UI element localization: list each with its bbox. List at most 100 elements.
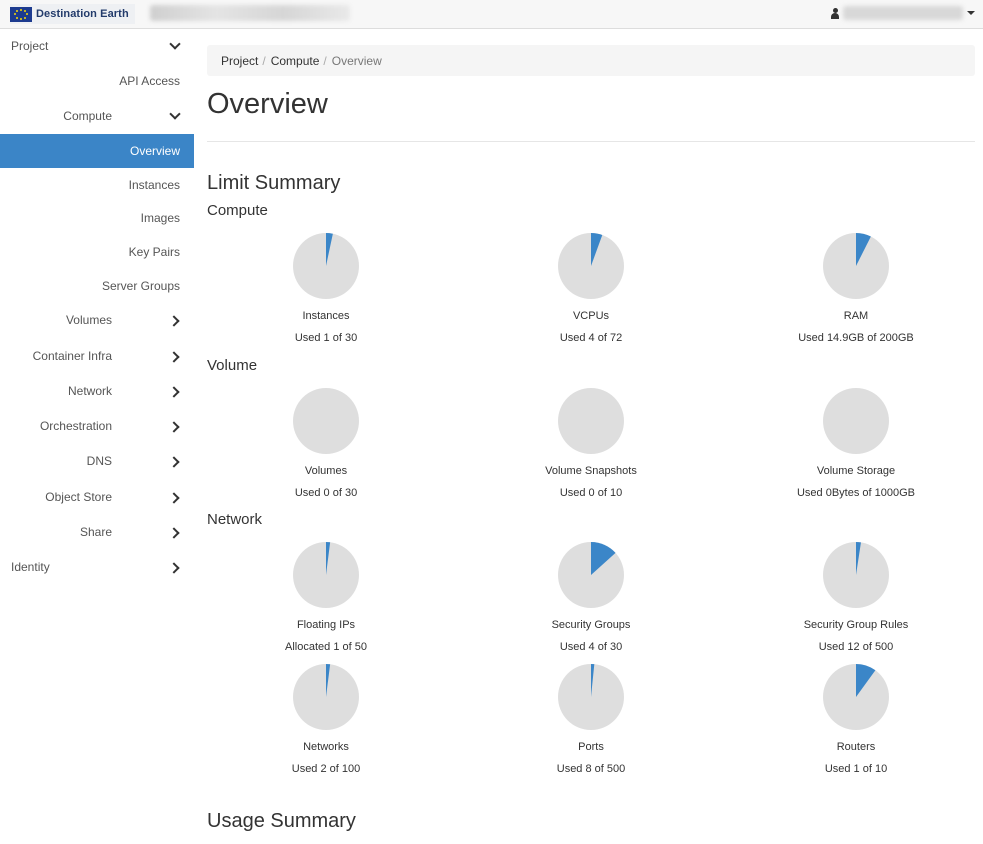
sidebar-item-dns[interactable]: DNS	[0, 444, 194, 478]
pie-chart-ports: Ports Used 8 of 500	[491, 663, 691, 775]
section-heading-volume: Volume	[207, 357, 258, 374]
section-heading-compute: Compute	[207, 202, 268, 219]
brand-logo[interactable]: Destination Earth	[10, 4, 135, 24]
usage-pie	[823, 664, 889, 730]
sidebar-item-label: Project	[11, 39, 49, 53]
eu-flag-icon	[10, 6, 32, 22]
chevron-right-icon	[170, 457, 180, 467]
pie-title: Security Group Rules	[803, 619, 909, 631]
pie-unused-slice	[558, 388, 624, 454]
pie-usage-text: Used 1 of 10	[824, 763, 888, 775]
pie-usage-text: Used 2 of 100	[291, 763, 361, 775]
pie-title: VCPUs	[572, 310, 610, 322]
usage-pie	[823, 542, 889, 608]
pie-title: Security Groups	[551, 619, 631, 631]
pie-chart-routers: Routers Used 1 of 10	[756, 663, 956, 775]
usage-pie	[293, 664, 359, 730]
sidebar-item-label: Object Store	[45, 490, 112, 504]
sidebar-item-label: API Access	[119, 74, 180, 88]
sidebar-item-label: Orchestration	[39, 419, 112, 433]
pie-usage-text: Used 4 of 30	[559, 641, 623, 653]
sidebar-item-label: Compute	[63, 109, 112, 123]
sidebar-item-images[interactable]: Images	[0, 201, 194, 235]
user-name	[843, 6, 963, 20]
caret-down-icon	[967, 11, 975, 15]
usage-pie	[558, 233, 624, 299]
pie-chart-volume-snapshots: Volume Snapshots Used 0 of 10	[491, 387, 691, 499]
breadcrumb-project[interactable]: Project	[221, 54, 258, 68]
chevron-right-icon	[170, 493, 180, 503]
sidebar-item-overview[interactable]: Overview	[0, 134, 194, 168]
sidebar-item-label: DNS	[86, 454, 112, 468]
pie-chart-instances: Instances Used 1 of 30	[226, 232, 426, 344]
pie-chart-security-groups: Security Groups Used 4 of 30	[491, 541, 691, 653]
chevron-right-icon	[170, 387, 180, 397]
page-title: Overview	[207, 88, 328, 120]
breadcrumb: Project / Compute / Overview	[207, 45, 975, 76]
sidebar-item-api-access[interactable]: API Access	[0, 64, 194, 98]
pie-usage-text: Used 0Bytes of 1000GB	[796, 487, 915, 499]
chevron-right-icon	[170, 528, 180, 538]
sidebar-item-orchestration[interactable]: Orchestration	[0, 409, 194, 443]
pie-chart-floating-ips: Floating IPs Allocated 1 of 50	[226, 541, 426, 653]
pie-chart-ram: RAM Used 14.9GB of 200GB	[756, 232, 956, 344]
pie-usage-text: Used 12 of 500	[818, 641, 894, 653]
chevron-right-icon	[170, 316, 180, 326]
sidebar-item-label: Network	[67, 384, 112, 398]
sidebar-item-label: Container Infra	[32, 349, 112, 363]
pie-title: Ports	[578, 741, 604, 753]
sidebar-item-object-store[interactable]: Object Store	[0, 480, 194, 514]
chevron-down-icon	[170, 40, 180, 50]
pie-title: Volumes	[304, 465, 348, 477]
top-navbar: Destination Earth	[0, 0, 983, 29]
pie-usage-text: Used 8 of 500	[556, 763, 626, 775]
pie-usage-text: Used 4 of 72	[559, 332, 623, 344]
sidebar-item-share[interactable]: Share	[0, 515, 194, 549]
usage-pie	[293, 388, 359, 454]
pie-chart-volume-storage: Volume Storage Used 0Bytes of 1000GB	[756, 387, 956, 499]
usage-pie	[823, 388, 889, 454]
pie-unused-slice	[293, 388, 359, 454]
breadcrumb-compute[interactable]: Compute	[271, 54, 320, 68]
pie-usage-text: Used 1 of 30	[294, 332, 358, 344]
sidebar-item-identity[interactable]: Identity	[0, 550, 194, 584]
limit-summary-heading: Limit Summary	[207, 172, 341, 194]
sidebar-item-container-infra[interactable]: Container Infra	[0, 339, 194, 373]
brand-name: Destination Earth	[36, 8, 129, 20]
usage-pie	[293, 233, 359, 299]
sidebar-item-instances[interactable]: Instances	[0, 168, 194, 202]
usage-pie	[293, 542, 359, 608]
usage-pie	[823, 233, 889, 299]
sidebar-item-label: Key Pairs	[128, 245, 180, 259]
pie-title: RAM	[843, 310, 869, 322]
sidebar-item-server-groups[interactable]: Server Groups	[0, 269, 194, 303]
pie-unused-slice	[823, 388, 889, 454]
sidebar-item-label: Images	[140, 211, 180, 225]
pie-title: Floating IPs	[296, 619, 356, 631]
project-selector[interactable]	[150, 5, 350, 21]
user-menu[interactable]	[831, 4, 975, 22]
sidebar-item-network[interactable]: Network	[0, 374, 194, 408]
breadcrumb-current: Overview	[331, 53, 382, 68]
usage-pie	[558, 664, 624, 730]
pie-usage-text: Used 0 of 30	[294, 487, 358, 499]
sidebar-item-project[interactable]: Project	[0, 29, 194, 63]
sidebar-item-key-pairs[interactable]: Key Pairs	[0, 235, 194, 269]
pie-title: Volume Snapshots	[545, 465, 637, 477]
pie-title: Instances	[302, 310, 350, 322]
sidebar-item-label: Volumes	[65, 313, 112, 327]
usage-summary-heading: Usage Summary	[207, 810, 356, 832]
pie-chart-vcpus: VCPUs Used 4 of 72	[491, 232, 691, 344]
usage-pie	[558, 542, 624, 608]
title-divider	[207, 141, 975, 142]
sidebar-item-volumes[interactable]: Volumes	[0, 303, 194, 337]
pie-usage-text: Used 14.9GB of 200GB	[798, 332, 914, 344]
chevron-right-icon	[170, 563, 180, 573]
sidebar-item-compute[interactable]: Compute	[0, 99, 194, 133]
pie-usage-text: Allocated 1 of 50	[285, 641, 367, 653]
pie-chart-networks: Networks Used 2 of 100	[226, 663, 426, 775]
pie-chart-security-group-rules: Security Group Rules Used 12 of 500	[756, 541, 956, 653]
user-icon	[831, 7, 839, 19]
sidebar-item-label: Server Groups	[101, 279, 180, 293]
pie-chart-volumes: Volumes Used 0 of 30	[226, 387, 426, 499]
